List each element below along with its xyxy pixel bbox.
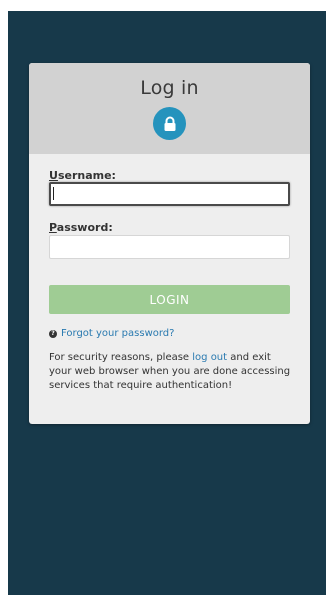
forgot-password-row: ? Forgot your password? xyxy=(49,328,174,339)
password-label-text: assword: xyxy=(56,221,113,234)
login-button[interactable]: LOGIN xyxy=(49,285,290,314)
username-label-accel: U xyxy=(49,169,58,182)
username-label: Username: xyxy=(49,169,116,182)
username-input[interactable] xyxy=(49,182,290,206)
text-caret xyxy=(53,187,54,200)
password-input[interactable] xyxy=(49,235,290,259)
lock-icon xyxy=(164,116,175,131)
page-title: Log in xyxy=(140,77,199,99)
card-header: Log in xyxy=(29,63,310,154)
login-card: Log in Username: Password: LOGIN ? Forgo… xyxy=(29,63,310,424)
password-label: Password: xyxy=(49,221,113,234)
lock-badge xyxy=(153,107,186,140)
security-notice-before: For security reasons, please xyxy=(49,352,193,363)
username-label-text: sername: xyxy=(57,169,116,182)
login-page: Log in Username: Password: LOGIN ? Forgo… xyxy=(0,0,326,595)
question-circle-icon: ? xyxy=(49,329,57,338)
password-label-accel: P xyxy=(49,221,57,234)
security-notice: For security reasons, please log out and… xyxy=(49,351,294,393)
logout-link[interactable]: log out xyxy=(192,352,227,363)
forgot-password-link[interactable]: Forgot your password? xyxy=(61,328,174,339)
